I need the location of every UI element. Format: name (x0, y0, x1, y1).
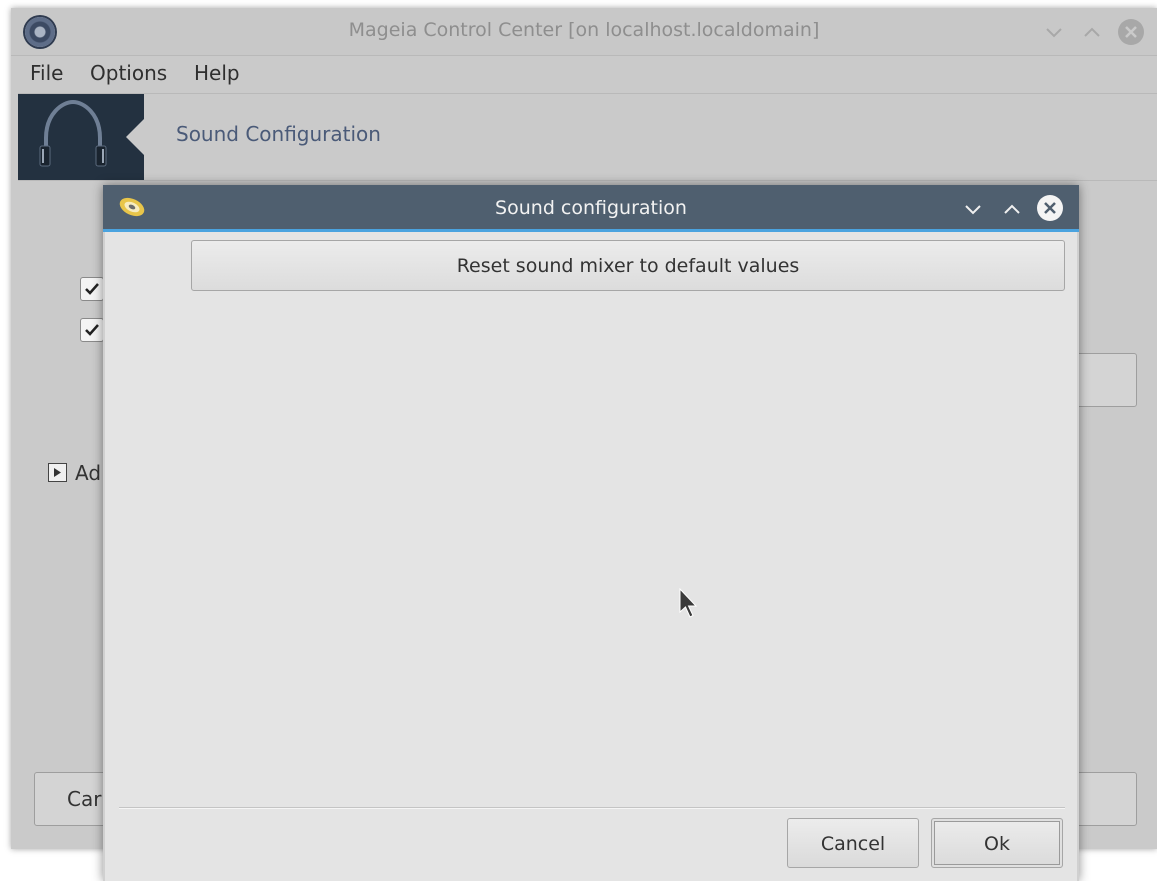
module-banner: Sound Configuration (18, 93, 1157, 181)
cancel-button[interactable]: Cancel (787, 818, 919, 868)
menu-options[interactable]: Options (90, 61, 167, 85)
banner-title: Sound Configuration (176, 122, 381, 146)
menu-file[interactable]: File (30, 61, 63, 85)
reset-mixer-button[interactable]: Reset sound mixer to default values (191, 240, 1065, 291)
expander-label: Ad (75, 461, 102, 485)
maximize-icon[interactable] (1079, 19, 1105, 45)
menu-help[interactable]: Help (194, 61, 240, 85)
mouse-pointer-icon (678, 587, 698, 620)
banner-arrow (126, 118, 145, 156)
sound-configuration-dialog: Sound configuration Reset sound mixer to… (103, 185, 1079, 881)
dialog-title: Sound configuration (495, 197, 687, 219)
expander-arrow-icon[interactable] (48, 463, 67, 482)
dialog-maximize-icon[interactable] (999, 196, 1025, 222)
dialog-body: Reset sound mixer to default values Canc… (103, 232, 1079, 881)
dialog-titlebar: Sound configuration (103, 185, 1079, 232)
menubar: File Options Help (11, 56, 1157, 92)
background-checkbox-2[interactable] (80, 318, 104, 342)
main-titlebar: Mageia Control Center [on localhost.loca… (11, 8, 1157, 56)
dialog-separator (119, 807, 1065, 809)
background-cancel-label: Car (67, 787, 102, 811)
dialog-minimize-icon[interactable] (960, 196, 986, 222)
ok-button[interactable]: Ok (931, 818, 1063, 868)
close-icon[interactable] (1116, 17, 1146, 47)
dialog-close-icon[interactable] (1035, 193, 1065, 223)
background-checkbox-1[interactable] (80, 277, 104, 301)
minimize-icon[interactable] (1041, 19, 1067, 45)
main-window-title: Mageia Control Center [on localhost.loca… (348, 19, 820, 41)
